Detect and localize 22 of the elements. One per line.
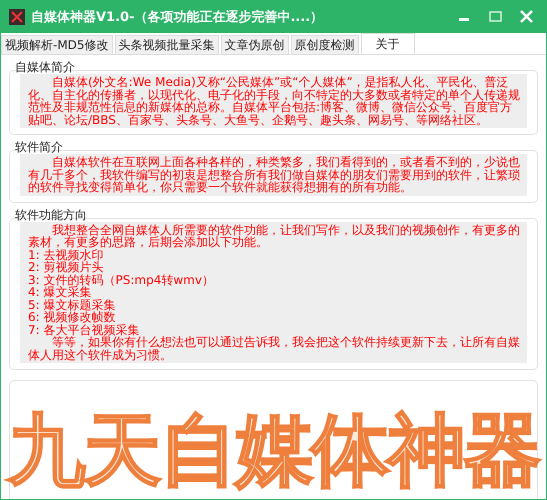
group-title: 自媒体简介	[15, 61, 76, 74]
text-line: 7: 各大平台视频采集	[28, 324, 140, 336]
text-line: 5: 爆文标题采集	[28, 298, 116, 311]
text-line: 我想整合全网自媒体人所需要的软件功能，让我们写作，以及我们的视频创作，有更多的素材，有更多的思路，后期会添加以下功能。	[28, 224, 521, 248]
text-line: 1: 去视频水印	[28, 248, 104, 261]
text-line: 等等，如果你有什么想法也可以通过告诉我，我会把这个软件持续更新下去，让所有自媒体人用这个软件成为习惯。	[28, 336, 521, 361]
tab[interactable]: 头条视频批量采集	[114, 35, 219, 54]
text-line: 6: 视频修改帧数	[28, 311, 116, 324]
tab[interactable]: 关于	[360, 33, 415, 54]
text-line: 自媒体(外文名:We Media)又称“公民媒体”或“个人媒体”，是指私人化、平民化、普泛化、自主化的传播者，以现代化、电子化的手段，向不特定的大多数或者特定的单个人传递规范性及非规范性信息的新媒体的总称。自媒体平台包括:博客、微博、微信公众号、百度官方贴吧、论坛/BBS、百家号、头条号、大鱼号、企鹅号、趣头条、网易号、等网络社区。	[28, 76, 521, 126]
text-line: 3: 文件的转码（PS:mp4转wmv）	[28, 274, 215, 286]
tab[interactable]: 文章伪原创	[220, 35, 289, 54]
window-title: 自媒体神器V1.0-（各项功能正在逐步完善中....）	[31, 8, 324, 26]
group-title: 软件功能方向	[15, 208, 88, 222]
text-line: 自媒体软件在互联网上面各种各样的，种类繁多，我们看得到的，或者看不到的，少说也有几千多个，我软件编写的初衷是想整合所有我们做自媒体的朋友们需要用到的软件，让繁琐的软件寻找变得简单化，你只需要一个软件就能获得想拥有的所有功能。	[28, 156, 521, 194]
text-line: 2: 剪视频片头	[28, 261, 104, 274]
text-line: 4: 爆文采集	[28, 286, 92, 298]
tab[interactable]: 视频解析-MD5修改	[1, 35, 113, 54]
tab[interactable]: 原创度检测	[290, 35, 359, 54]
group-title: 软件简介	[15, 141, 64, 154]
banner-text: 九天自媒体神器	[8, 404, 540, 498]
app-logo-icon	[9, 8, 25, 24]
